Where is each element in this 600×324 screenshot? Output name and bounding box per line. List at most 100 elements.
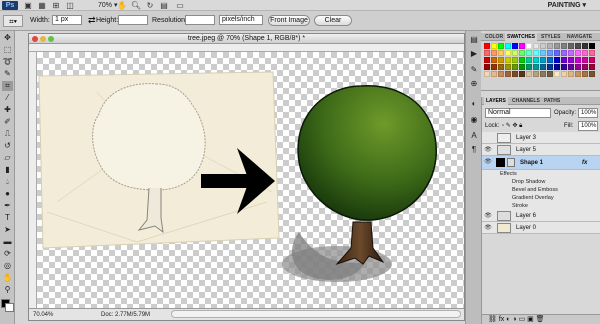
canvas[interactable] (37, 52, 464, 308)
swatch[interactable] (491, 50, 497, 56)
eye-icon[interactable]: 👁︎ (484, 146, 492, 154)
path-selection-tool-icon[interactable]: ➤ (2, 225, 13, 235)
clear-button[interactable]: Clear (314, 15, 352, 26)
background-color-swatch[interactable] (5, 303, 14, 312)
layer-row[interactable]: 👁︎ Layer 6 (482, 210, 600, 222)
effect-drop-shadow[interactable]: Drop Shadow (482, 178, 600, 186)
pen-tool-icon[interactable]: ✒ (2, 201, 13, 211)
rotate-view-icon[interactable]: ↻ (144, 1, 156, 10)
blur-tool-icon[interactable]: 💧︎ (2, 177, 13, 187)
lasso-tool-icon[interactable]: ➰ (2, 57, 13, 67)
zoom-tool-icon[interactable]: ⚲ (2, 285, 13, 295)
hand-tool-icon[interactable]: ✋ (2, 273, 13, 283)
swatch[interactable] (484, 64, 490, 70)
tab-paths[interactable]: PATHS (542, 97, 562, 105)
doc-size-status[interactable]: Doc: 2.77M/5.79M (101, 309, 150, 321)
swatch[interactable] (589, 71, 595, 77)
swatch[interactable] (519, 71, 525, 77)
swatch[interactable] (561, 50, 567, 56)
eraser-tool-icon[interactable]: ▱ (2, 153, 13, 163)
swatch[interactable] (505, 57, 511, 63)
swatch[interactable] (547, 71, 553, 77)
actions-panel-icon[interactable]: ▶ (469, 49, 479, 59)
resolution-unit-select[interactable]: pixels/inch (219, 15, 263, 25)
swatch[interactable] (519, 43, 525, 49)
eye-icon[interactable]: 👁︎ (484, 224, 492, 232)
swatch[interactable] (519, 64, 525, 70)
swatch[interactable] (589, 57, 595, 63)
opacity-field[interactable]: 100% (578, 108, 598, 118)
swatch[interactable] (498, 43, 504, 49)
swatch[interactable] (575, 50, 581, 56)
zoom-tool-icon[interactable]: 🔍︎ (130, 1, 142, 10)
swatch[interactable] (512, 43, 518, 49)
zoom-level-select[interactable]: 70% ▾ (98, 1, 117, 10)
swatch[interactable] (533, 71, 539, 77)
swatch[interactable] (540, 64, 546, 70)
swatch[interactable] (561, 57, 567, 63)
swatch[interactable] (547, 43, 553, 49)
swatch[interactable] (547, 64, 553, 70)
swatch[interactable] (484, 57, 490, 63)
width-field[interactable]: 1 px (52, 15, 82, 25)
arrange-documents-icon[interactable]: ▤ (158, 1, 170, 10)
swatch[interactable] (512, 50, 518, 56)
tab-swatches[interactable]: SWATCHES (505, 33, 537, 41)
3d-rotate-tool-icon[interactable]: ⟳ (2, 249, 13, 259)
swatch[interactable] (540, 71, 546, 77)
swatch[interactable] (561, 64, 567, 70)
zoom-status[interactable]: 70.04% (33, 309, 53, 321)
swatch[interactable] (498, 50, 504, 56)
swatch[interactable] (575, 71, 581, 77)
swatch[interactable] (526, 71, 532, 77)
swatch[interactable] (498, 71, 504, 77)
swatch[interactable] (519, 50, 525, 56)
document-title-bar[interactable]: tree.jpeg @ 70% (Shape 1, RGB/8*) * (29, 34, 464, 44)
swatch[interactable] (484, 50, 490, 56)
history-brush-tool-icon[interactable]: ↺ (2, 141, 13, 151)
tab-channels[interactable]: CHANNELS (510, 97, 542, 105)
dodge-tool-icon[interactable]: ● (2, 189, 13, 199)
front-image-button[interactable]: Front Image (268, 15, 310, 26)
swatch[interactable] (568, 57, 574, 63)
swatch[interactable] (491, 71, 497, 77)
swatch[interactable] (575, 43, 581, 49)
swatch[interactable] (491, 43, 497, 49)
layer-footer-icons[interactable]: ⛓ fx ◐ ◑ ▭ ▣ 🗑︎ (488, 315, 545, 324)
swatch[interactable] (568, 50, 574, 56)
swatch[interactable] (554, 64, 560, 70)
shape-tool-icon[interactable]: ▬ (2, 237, 13, 247)
swatch[interactable] (498, 64, 504, 70)
brush-panel-icon[interactable]: ✎ (469, 65, 479, 75)
fx-icon[interactable]: fx (582, 156, 587, 170)
zoom-level-icon[interactable]: ◫ (64, 1, 76, 10)
swatch[interactable] (561, 43, 567, 49)
blend-mode-select[interactable]: Normal (485, 108, 551, 118)
swatch[interactable] (484, 71, 490, 77)
visibility-toggle[interactable] (484, 134, 492, 142)
move-tool-icon[interactable]: ✥ (2, 33, 13, 43)
character-panel-icon[interactable]: A (469, 131, 479, 141)
eye-icon[interactable]: 👁︎ (484, 212, 492, 220)
adjustments-panel-icon[interactable]: ◐ (469, 99, 479, 109)
height-field[interactable] (118, 15, 148, 25)
swatch[interactable] (568, 64, 574, 70)
fill-field[interactable]: 100% (578, 121, 598, 131)
swatch[interactable] (533, 64, 539, 70)
swatch[interactable] (533, 50, 539, 56)
swatch[interactable] (491, 64, 497, 70)
effect-stroke[interactable]: Stroke (482, 202, 600, 210)
gradient-tool-icon[interactable]: ▮ (2, 165, 13, 175)
hand-icon[interactable]: ✋ (116, 1, 128, 10)
swatch[interactable] (589, 64, 595, 70)
vertical-ruler[interactable] (29, 52, 37, 308)
swatch[interactable] (533, 43, 539, 49)
swatch[interactable] (505, 50, 511, 56)
swatch[interactable] (540, 50, 546, 56)
effect-gradient-overlay[interactable]: Gradient Overlay (482, 194, 600, 202)
horizontal-scrollbar[interactable] (171, 310, 461, 318)
swatch[interactable] (540, 57, 546, 63)
layer-row[interactable]: Layer 3 (482, 132, 600, 144)
swatch[interactable] (582, 57, 588, 63)
swatch[interactable] (547, 57, 553, 63)
